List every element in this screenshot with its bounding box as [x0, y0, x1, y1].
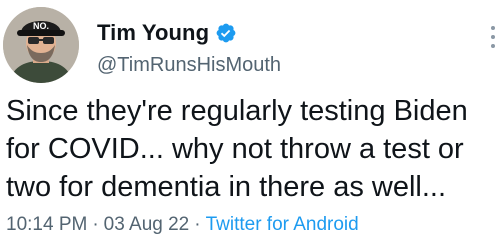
- meta-separator-2: ·: [194, 214, 201, 235]
- meta-separator: ·: [92, 214, 99, 235]
- tweet-time[interactable]: 10:14 PM: [6, 214, 87, 235]
- name-row: Tim Young: [97, 20, 281, 46]
- verified-badge-icon: [215, 22, 237, 44]
- display-name[interactable]: Tim Young: [97, 20, 209, 46]
- author-block: Tim Young @TimRunsHisMouth: [97, 20, 281, 77]
- hat-logo-text: NO.: [33, 21, 49, 31]
- user-handle[interactable]: @TimRunsHisMouth: [97, 54, 281, 77]
- avatar[interactable]: NO.: [3, 7, 79, 83]
- more-options-icon[interactable]: [490, 26, 496, 54]
- tweet-text: Since they're regularly testing Biden fo…: [6, 95, 468, 203]
- tweet-card: NO. Tim Young @TimRunsHisMouth Since the…: [0, 0, 500, 247]
- tweet-source-link[interactable]: Twitter for Android: [206, 214, 359, 235]
- avatar-image: NO.: [3, 7, 79, 83]
- tweet-date[interactable]: 03 Aug 22: [104, 214, 190, 235]
- tweet-meta: 10:14 PM · 03 Aug 22 · Twitter for Android: [6, 214, 359, 236]
